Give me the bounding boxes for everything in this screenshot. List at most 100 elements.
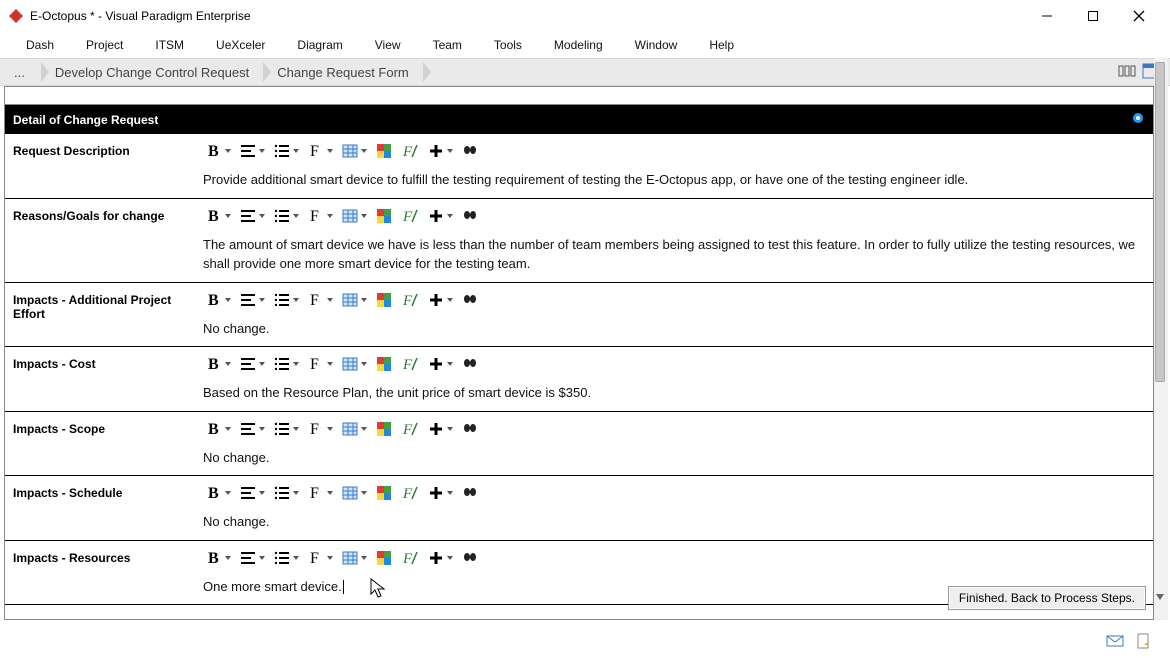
list-button[interactable] [271, 139, 301, 163]
field-text[interactable]: Provide additional smart device to fulfi… [203, 168, 1145, 190]
find-button[interactable] [459, 546, 481, 570]
rich-text-toolbar: BFF [203, 287, 1145, 313]
menu-team[interactable]: Team [417, 34, 478, 56]
list-button[interactable] [271, 352, 301, 376]
table-button[interactable] [339, 546, 369, 570]
svg-text:F: F [402, 357, 413, 373]
font-button[interactable]: F [305, 352, 335, 376]
find-button[interactable] [459, 204, 481, 228]
table-button[interactable] [339, 204, 369, 228]
insert-button[interactable] [425, 352, 455, 376]
bold-button[interactable]: B [203, 481, 233, 505]
bold-button[interactable]: B [203, 417, 233, 441]
font-button[interactable]: F [305, 204, 335, 228]
field-text[interactable]: No change. [203, 510, 1145, 532]
field-row: Impacts - Scope BFF No change. [5, 412, 1153, 477]
breadcrumb-develop-change-control-request[interactable]: Develop Change Control Request [41, 60, 263, 84]
field-label: Impacts - Cost [5, 347, 195, 411]
align-button[interactable] [237, 546, 267, 570]
bold-button[interactable]: B [203, 204, 233, 228]
font-button[interactable]: F [305, 546, 335, 570]
shape-color-button[interactable] [373, 546, 395, 570]
toolbar-layout-icon[interactable] [1118, 63, 1136, 82]
close-button[interactable] [1116, 1, 1162, 31]
menu-view[interactable]: View [359, 34, 417, 56]
shape-color-button[interactable] [373, 352, 395, 376]
table-button[interactable] [339, 288, 369, 312]
menu-dash[interactable]: Dash [10, 34, 70, 56]
menu-project[interactable]: Project [70, 34, 139, 56]
table-button[interactable] [339, 352, 369, 376]
align-button[interactable] [237, 288, 267, 312]
table-button[interactable] [339, 417, 369, 441]
shape-color-button[interactable] [373, 417, 395, 441]
field-text[interactable]: Based on the Resource Plan, the unit pri… [203, 381, 1145, 403]
find-button[interactable] [459, 352, 481, 376]
shape-style-button[interactable]: F [399, 417, 421, 441]
align-button[interactable] [237, 352, 267, 376]
field-text[interactable]: The amount of smart device we have is le… [203, 233, 1145, 274]
document-icon[interactable] [1134, 633, 1152, 652]
list-button[interactable] [271, 546, 301, 570]
bold-button[interactable]: B [203, 352, 233, 376]
bold-button[interactable]: B [203, 139, 233, 163]
shape-color-button[interactable] [373, 481, 395, 505]
align-button[interactable] [237, 417, 267, 441]
shape-color-button[interactable] [373, 288, 395, 312]
font-button[interactable]: F [305, 481, 335, 505]
table-button[interactable] [339, 139, 369, 163]
find-button[interactable] [459, 139, 481, 163]
insert-button[interactable] [425, 481, 455, 505]
find-button[interactable] [459, 481, 481, 505]
shape-style-button[interactable]: F [399, 481, 421, 505]
insert-button[interactable] [425, 546, 455, 570]
scroll-down-arrow-icon[interactable] [1156, 594, 1164, 600]
chevron-down-icon [225, 556, 231, 560]
insert-button[interactable] [425, 417, 455, 441]
insert-button[interactable] [425, 288, 455, 312]
scrollbar-thumb[interactable] [1155, 62, 1165, 382]
field-text[interactable]: No change. [203, 446, 1145, 468]
menu-modeling[interactable]: Modeling [538, 34, 619, 56]
list-button[interactable] [271, 288, 301, 312]
menu-itsm[interactable]: ITSM [139, 34, 200, 56]
shape-style-button[interactable]: F [399, 139, 421, 163]
align-button[interactable] [237, 481, 267, 505]
font-button[interactable]: F [305, 417, 335, 441]
shape-style-button[interactable]: F [399, 288, 421, 312]
breadcrumb-ellipsis[interactable]: ... [4, 60, 41, 84]
pin-icon[interactable] [1131, 111, 1145, 128]
field-text[interactable]: No change. [203, 317, 1145, 339]
align-button[interactable] [237, 204, 267, 228]
bold-button[interactable]: B [203, 546, 233, 570]
maximize-button[interactable] [1070, 1, 1116, 31]
font-button[interactable]: F [305, 288, 335, 312]
shape-style-button[interactable]: F [399, 204, 421, 228]
menu-uexceler[interactable]: UeXceler [200, 34, 281, 56]
shape-style-button[interactable]: F [399, 352, 421, 376]
menu-window[interactable]: Window [619, 34, 694, 56]
list-button[interactable] [271, 481, 301, 505]
shape-style-button[interactable]: F [399, 546, 421, 570]
insert-button[interactable] [425, 204, 455, 228]
finished-back-to-process-steps-button[interactable]: Finished. Back to Process Steps. [948, 586, 1146, 610]
breadcrumb-change-request-form[interactable]: Change Request Form [263, 60, 423, 84]
menu-help[interactable]: Help [693, 34, 750, 56]
list-button[interactable] [271, 417, 301, 441]
table-button[interactable] [339, 481, 369, 505]
vertical-scrollbar[interactable] [1154, 58, 1168, 620]
list-button[interactable] [271, 204, 301, 228]
shape-color-button[interactable] [373, 139, 395, 163]
font-button[interactable]: F [305, 139, 335, 163]
align-button[interactable] [237, 139, 267, 163]
menu-diagram[interactable]: Diagram [281, 34, 358, 56]
find-button[interactable] [459, 417, 481, 441]
menu-tools[interactable]: Tools [478, 34, 538, 56]
mail-icon[interactable] [1106, 633, 1124, 652]
shape-color-button[interactable] [373, 204, 395, 228]
chevron-down-icon [259, 362, 265, 366]
minimize-button[interactable] [1024, 1, 1070, 31]
bold-button[interactable]: B [203, 288, 233, 312]
insert-button[interactable] [425, 139, 455, 163]
find-button[interactable] [459, 288, 481, 312]
